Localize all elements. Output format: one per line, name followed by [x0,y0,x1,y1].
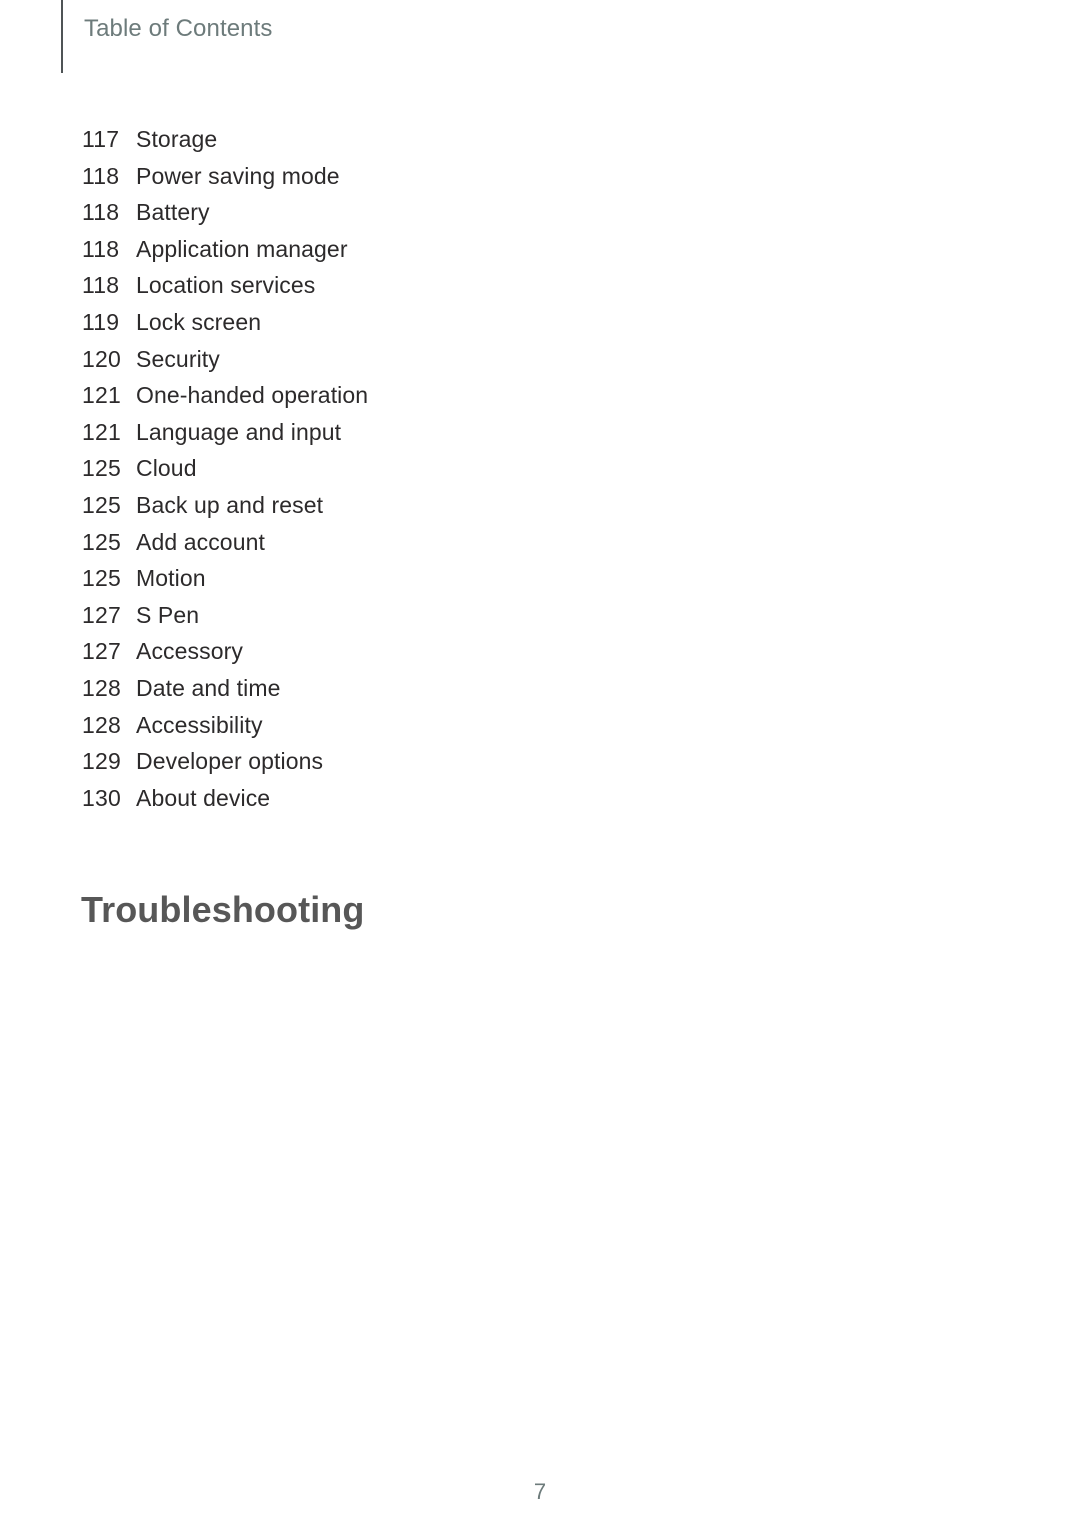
toc-entry-label: Lock screen [136,308,262,335]
toc-entry-label: One-handed operation [136,382,369,409]
toc-entry-page-number: 130 [82,784,121,811]
toc-entry-page-number: 118 [82,162,120,189]
toc-entry-page-number: 125 [82,491,121,518]
toc-entry[interactable]: 125 Back up and reset [82,492,368,529]
toc-entry-page-number: 125 [82,528,121,555]
toc-entry-page-number: 119 [82,308,120,335]
toc-entry[interactable]: 118 Battery [82,199,368,236]
toc-entry-page-number: 128 [82,674,121,701]
document-page: Table of Contents 117 Storage 118 Power sav… [0,0,1080,1527]
table-of-contents-list: 117 Storage 118 Power saving mode 118 Battery… [82,126,368,821]
toc-entry-page-number: 128 [82,711,121,738]
toc-entry-label: Application manager [136,235,348,262]
toc-entry[interactable]: 130 About device [82,785,368,822]
toc-entry-page-number: 127 [82,638,121,665]
chapter-heading-troubleshooting: Troubleshooting [81,889,365,930]
toc-entry-label: Location services [136,272,316,299]
toc-entry[interactable]: 120 Security [82,346,368,383]
toc-entry-page-number: 117 [82,126,120,152]
toc-entry[interactable]: 125 Cloud [82,455,368,492]
toc-entry[interactable]: 125 Motion [82,565,368,602]
toc-entry[interactable]: 125 Add account [82,529,368,566]
toc-entry-page-number: 118 [82,235,120,262]
toc-entry-label: Add account [136,528,265,555]
toc-entry-label: Language and input [136,418,342,445]
toc-entry-page-number: 118 [82,272,120,299]
toc-entry-page-number: 121 [82,418,121,445]
toc-entry-label: Developer options [136,748,324,775]
toc-entry-page-number: 121 [82,382,121,409]
toc-entry-label: Battery [136,199,210,226]
toc-entry-label: Security [136,345,220,372]
toc-entry[interactable]: 121 Language and input [82,419,368,456]
toc-entry-label: Back up and reset [136,491,324,518]
toc-entry[interactable]: 118 Application manager [82,236,368,273]
toc-entry[interactable]: 118 Location services [82,272,368,309]
page-number-folio: 7 [533,1479,547,1504]
toc-entry-page-number: 118 [82,199,120,226]
toc-entry[interactable]: 127 Accessory [82,638,368,675]
running-header: Table of Contents [61,0,273,73]
toc-entry-label: Cloud [136,455,197,482]
toc-entry-page-number: 125 [82,455,121,482]
toc-entry-page-number: 129 [82,748,121,775]
toc-entry[interactable]: 129 Developer options [82,748,368,785]
toc-entry-page-number: 120 [82,345,121,372]
header-rule-divider [61,0,63,73]
toc-entry[interactable]: 117 Storage [82,126,368,163]
toc-entry-label: Storage [136,126,218,152]
toc-entry[interactable]: 127 S Pen [82,602,368,639]
toc-entry-label: Motion [136,565,206,592]
toc-entry-page-number: 125 [82,565,121,592]
toc-entry-label: About device [136,784,271,811]
toc-entry-label: Power saving mode [136,162,340,189]
toc-entry-label: S Pen [136,601,200,628]
toc-entry[interactable]: 119 Lock screen [82,309,368,346]
toc-entry[interactable]: 128 Accessibility [82,712,368,749]
toc-entry-page-number: 127 [82,601,121,628]
running-header-title: Table of Contents [84,14,273,42]
toc-entry[interactable]: 128 Date and time [82,675,368,712]
toc-entry-label: Date and time [136,674,281,701]
toc-entry-label: Accessory [136,638,243,665]
toc-entry[interactable]: 118 Power saving mode [82,163,368,200]
toc-entry-label: Accessibility [136,711,263,738]
toc-entry[interactable]: 121 One-handed operation [82,382,368,419]
